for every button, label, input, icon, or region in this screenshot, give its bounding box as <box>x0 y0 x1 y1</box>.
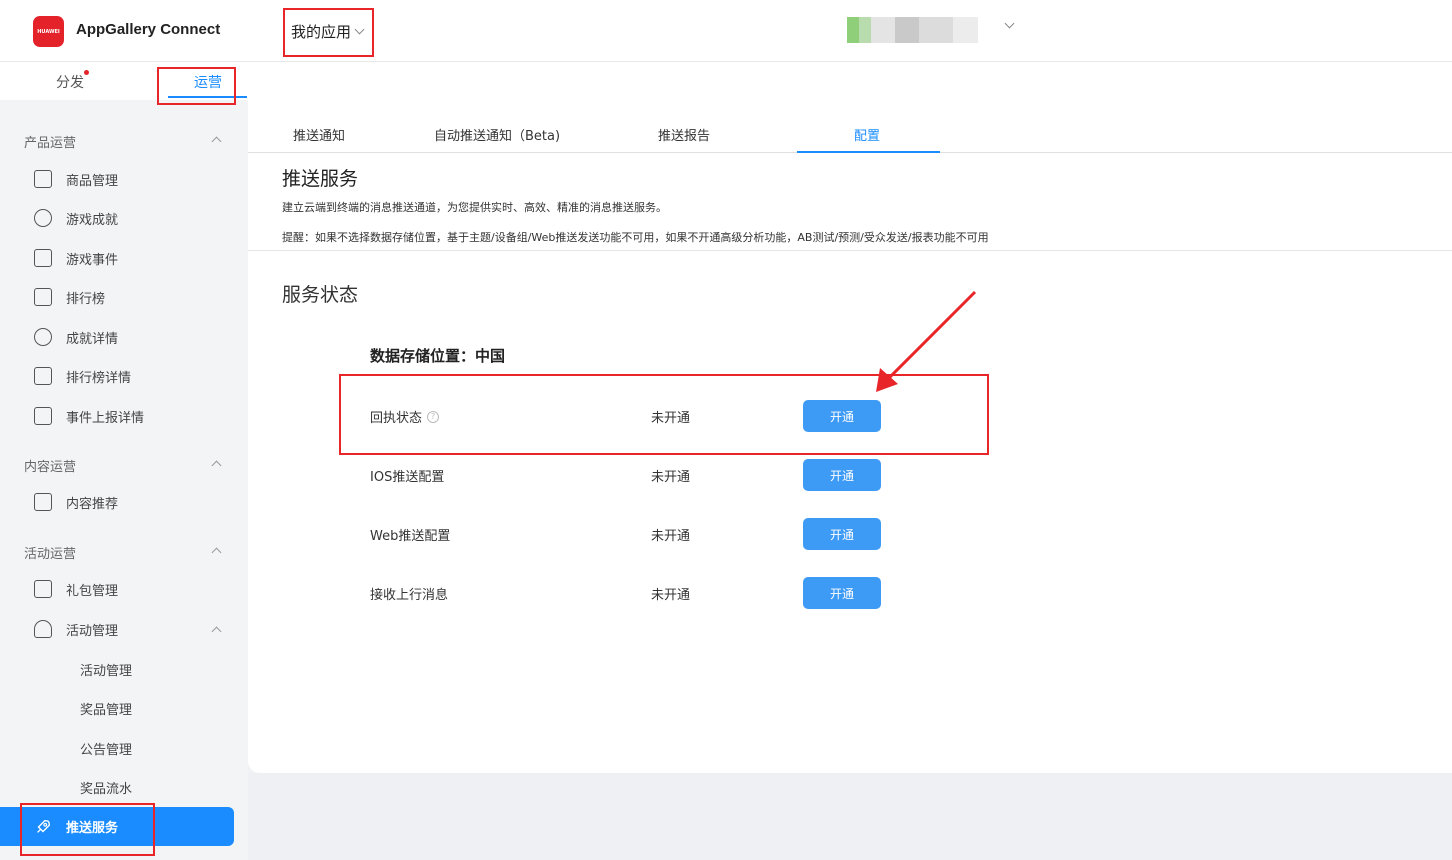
sidebar-item-goods[interactable]: 商品管理 <box>34 167 118 191</box>
sidebar-item-label: 商品管理 <box>66 173 119 189</box>
document-icon <box>34 493 52 511</box>
sidebar-item-achievement-details[interactable]: 成就详情 <box>34 325 118 349</box>
divider <box>248 250 1452 251</box>
page-tip: 提醒：如果不选择数据存储位置，基于主题/设备组/Web推送发送功能不可用，如果不… <box>282 231 989 244</box>
sidebar-section-product-ops[interactable]: 产品运营 <box>24 132 76 151</box>
main-footer-area <box>248 773 1452 860</box>
service-status: 未开通 <box>651 529 691 544</box>
tab-push-notification[interactable]: 推送通知 <box>293 125 345 144</box>
sidebar: 产品运营 商品管理 游戏成就 游戏事件 排行榜 成就详情 排行榜详情 事件上报详… <box>0 100 248 860</box>
enable-web-push-button[interactable]: 开通 <box>803 518 881 550</box>
tab-distribute[interactable]: 分发 <box>56 70 89 92</box>
sidebar-item-label: 礼包管理 <box>66 583 119 599</box>
sidebar-item-label: 排行榜 <box>66 291 106 307</box>
user-account-blurred[interactable] <box>847 17 978 43</box>
sidebar-item-label: 游戏事件 <box>66 252 119 268</box>
sidebar-subitem-activity-management[interactable]: 活动管理 <box>80 660 132 679</box>
tab-config-underline <box>797 151 940 153</box>
sidebar-item-label: 成就详情 <box>66 331 119 347</box>
sidebar-item-leaderboard-details[interactable]: 排行榜详情 <box>34 364 131 388</box>
sidebar-subitem-notice-management[interactable]: 公告管理 <box>80 739 132 758</box>
gift-icon <box>34 580 52 598</box>
notification-dot <box>84 70 89 75</box>
sidebar-item-label: 事件上报详情 <box>66 410 145 426</box>
service-name: 接收上行消息 <box>370 588 449 603</box>
top-header: HUAWEI AppGallery Connect 我的应用 <box>0 0 1452 62</box>
service-status-heading: 服务状态 <box>282 284 359 306</box>
tab-distribute-label: 分发 <box>56 75 84 91</box>
sidebar-item-events[interactable]: 游戏事件 <box>34 246 118 270</box>
tab-push-report[interactable]: 推送报告 <box>658 125 710 144</box>
trophy-icon <box>34 620 52 638</box>
annotation-box-my-apps <box>283 8 374 57</box>
bag-icon <box>34 170 52 188</box>
sidebar-item-content-recommend[interactable]: 内容推荐 <box>34 490 118 514</box>
chevron-up-icon[interactable] <box>211 136 222 147</box>
annotation-box-receipt-row <box>339 374 989 455</box>
annotation-box-operations-tab <box>157 67 236 105</box>
leaderboard-icon <box>34 288 52 306</box>
report-icon <box>34 407 52 425</box>
sidebar-section-activity-ops[interactable]: 活动运营 <box>24 543 76 562</box>
sidebar-item-gift-management[interactable]: 礼包管理 <box>34 577 118 601</box>
chevron-up-icon[interactable] <box>211 626 222 637</box>
header-strip <box>248 62 1452 100</box>
service-status: 未开通 <box>651 588 691 603</box>
service-name: IOS推送配置 <box>370 470 445 485</box>
user-menu-chevron-icon[interactable] <box>1004 18 1015 29</box>
tab-auto-push[interactable]: 自动推送通知（Beta) <box>434 125 560 144</box>
chevron-up-icon[interactable] <box>211 460 222 471</box>
service-status: 未开通 <box>651 470 691 485</box>
huawei-logo[interactable]: HUAWEI <box>33 16 64 47</box>
medal-icon <box>34 209 52 227</box>
sidebar-subitem-prize-management[interactable]: 奖品管理 <box>80 699 132 718</box>
storage-location: 数据存储位置：中国 <box>370 347 506 365</box>
tab-config[interactable]: 配置 <box>854 125 880 144</box>
enable-ios-push-button[interactable]: 开通 <box>803 459 881 491</box>
chevron-up-icon[interactable] <box>211 547 222 558</box>
sidebar-subitem-prize-flow[interactable]: 奖品流水 <box>80 778 132 797</box>
enable-upstream-button[interactable]: 开通 <box>803 577 881 609</box>
sidebar-item-label: 内容推荐 <box>66 496 119 512</box>
sidebar-item-leaderboard[interactable]: 排行榜 <box>34 285 105 309</box>
push-tabs: 推送通知 自动推送通知（Beta) 推送报告 配置 <box>248 120 1452 153</box>
gamepad-icon <box>34 249 52 267</box>
service-name: Web推送配置 <box>370 529 451 544</box>
sidebar-item-achievements[interactable]: 游戏成就 <box>34 206 118 230</box>
app-brand-title[interactable]: AppGallery Connect <box>76 21 220 38</box>
sidebar-section-content-ops[interactable]: 内容运营 <box>24 456 76 475</box>
sidebar-item-activity-management[interactable]: 活动管理 <box>34 617 118 641</box>
sidebar-item-label: 活动管理 <box>66 623 119 639</box>
sidebar-item-label: 游戏成就 <box>66 212 119 228</box>
sidebar-item-event-report[interactable]: 事件上报详情 <box>34 404 144 428</box>
leaderboard-search-icon <box>34 367 52 385</box>
medal-search-icon <box>34 328 52 346</box>
page-title: 推送服务 <box>282 168 359 190</box>
page-description: 建立云端到终端的消息推送通道，为您提供实时、高效、精准的消息推送服务。 <box>282 201 667 214</box>
sidebar-item-label: 排行榜详情 <box>66 370 132 386</box>
annotation-box-push-service <box>20 803 155 856</box>
